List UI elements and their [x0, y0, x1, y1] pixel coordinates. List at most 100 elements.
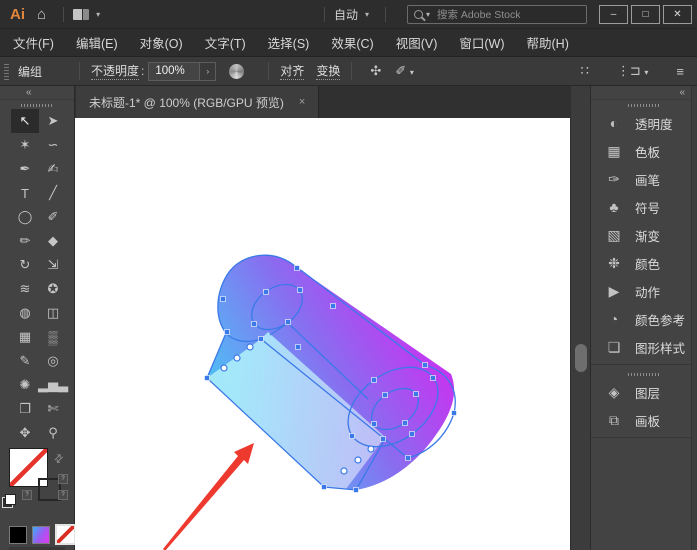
opacity-dropdown-icon[interactable]: › — [200, 62, 216, 81]
menu-item[interactable]: 窗口(W) — [448, 33, 515, 52]
puppet-warp-tool[interactable]: ✪ — [39, 277, 67, 301]
opacity-input[interactable]: 100% — [148, 62, 200, 81]
panel-item-label: 画板 — [635, 411, 660, 430]
blend-tool[interactable]: ◎ — [39, 349, 67, 373]
panel-item-label: 符号 — [635, 198, 660, 217]
menu-item[interactable]: 编辑(E) — [65, 33, 129, 52]
align-button[interactable]: 对齐 — [280, 62, 304, 80]
chevron-down-icon[interactable]: ▾ — [365, 10, 369, 19]
stock-search-input[interactable]: ▾ 搜索 Adobe Stock — [407, 5, 587, 24]
lasso-tool[interactable]: ∽ — [39, 133, 67, 157]
none-chip[interactable] — [55, 524, 76, 545]
eraser-tool[interactable]: ◆ — [39, 229, 67, 253]
artboard-canvas[interactable] — [75, 118, 570, 550]
panel-item-gradient[interactable]: ▧渐变 — [591, 221, 697, 249]
panel-item-graphic-styles[interactable]: ❏图形样式 — [591, 333, 697, 361]
document-setup-icon[interactable]: ∷ — [581, 63, 589, 79]
vertical-scrollbar[interactable] — [570, 86, 591, 550]
minimize-button[interactable]: – — [599, 5, 628, 24]
arrange-documents-icon[interactable] — [73, 9, 89, 20]
chevron-down-icon[interactable]: ▾ — [96, 10, 100, 19]
selection-tool[interactable]: ↖ — [11, 109, 39, 133]
free-transform-icon[interactable]: ✣ — [370, 63, 381, 79]
tools-panel-header: « — [0, 86, 74, 100]
eyedropper-tool[interactable]: ✎ — [11, 349, 39, 373]
panel-item-artboards[interactable]: ⧉画板 — [591, 406, 697, 434]
document-tab[interactable]: 未标题-1* @ 100% (RGB/GPU 预览) × — [76, 86, 319, 118]
menu-item[interactable]: 视图(V) — [385, 33, 449, 52]
default-fill-stroke-icon[interactable] — [5, 494, 16, 505]
rotate-tool[interactable]: ↻ — [11, 253, 39, 277]
menu-item[interactable]: 帮助(H) — [516, 33, 580, 52]
color-chip[interactable] — [9, 526, 27, 544]
menu-item[interactable]: 文件(F) — [2, 33, 65, 52]
panel-drag-handle[interactable] — [21, 104, 53, 107]
curvature-tool[interactable]: ✍ — [39, 157, 67, 181]
collapse-panel-icon[interactable]: « — [26, 86, 32, 99]
dock-drag-handle[interactable] — [628, 373, 660, 376]
workspace-switcher[interactable]: 自动 — [334, 6, 358, 23]
close-button[interactable]: ✕ — [663, 5, 692, 24]
dock-group-2: ◈图层⧉画板 — [591, 378, 697, 434]
panel-menu-icon[interactable]: ≡ — [676, 64, 684, 79]
panel-item-color[interactable]: ❉颜色 — [591, 249, 697, 277]
scale-tool-icon: ⇲ — [48, 257, 59, 273]
menu-item[interactable]: 文字(T) — [194, 33, 257, 52]
mesh-tool-icon: ▦ — [19, 329, 31, 345]
paintbrush-tool[interactable]: ✐ — [39, 205, 67, 229]
divider — [268, 62, 269, 80]
panel-item-brushes[interactable]: ✑画笔 — [591, 165, 697, 193]
artboard-tool[interactable]: ❐ — [11, 397, 39, 421]
ellipse-tool[interactable]: ◯ — [11, 205, 39, 229]
panel-item-actions[interactable]: ▶动作 — [591, 277, 697, 305]
menu-item[interactable]: 效果(C) — [320, 33, 384, 52]
collapse-dock-icon[interactable]: « — [679, 86, 685, 99]
graph-tool[interactable]: ▂▅▃ — [39, 373, 67, 397]
red-annotation-arrow — [163, 443, 254, 550]
drag-grip[interactable] — [4, 62, 9, 80]
width-tool[interactable]: ≋ — [11, 277, 39, 301]
gradient-chip[interactable] — [32, 526, 50, 544]
swap-fill-stroke-icon[interactable]: ⇄ — [51, 451, 67, 467]
pen-tool[interactable]: ✒ — [11, 157, 39, 181]
scrollbar-thumb[interactable] — [575, 344, 587, 372]
zoom-tool[interactable]: ⚲ — [39, 421, 67, 445]
magic-wand-tool[interactable]: ✶ — [11, 133, 39, 157]
slice-tool[interactable]: ✄ — [39, 397, 67, 421]
perspective-grid-tool[interactable]: ◫ — [39, 301, 67, 325]
hand-tool[interactable]: ✥ — [11, 421, 39, 445]
panel-item-transparency[interactable]: ◐透明度 — [591, 109, 697, 137]
preferences-icon[interactable]: ⋮⊐ ▾ — [617, 63, 649, 79]
panel-item-swatches[interactable]: ▦色板 — [591, 137, 697, 165]
home-icon[interactable]: ⌂ — [37, 6, 46, 23]
panel-item-color-guide[interactable]: ◔颜色参考 — [591, 305, 697, 333]
opacity-label[interactable]: 不透明度 — [91, 62, 139, 80]
panel-item-layers[interactable]: ◈图层 — [591, 378, 697, 406]
symbol-sprayer-tool[interactable]: ✺ — [11, 373, 39, 397]
panel-item-symbols[interactable]: ♣符号 — [591, 193, 697, 221]
transform-button[interactable]: 变换 — [316, 62, 340, 80]
shape-builder-tool[interactable]: ◍ — [11, 301, 39, 325]
recolor-artwork-icon[interactable] — [229, 64, 244, 79]
panel-item-label: 图形样式 — [635, 338, 685, 357]
dock-drag-handle[interactable] — [628, 104, 660, 107]
gradient-tool[interactable]: ▒ — [39, 325, 67, 349]
scale-tool[interactable]: ⇲ — [39, 253, 67, 277]
document-tab-title: 未标题-1* @ 100% (RGB/GPU 预览) — [89, 94, 284, 111]
maximize-button[interactable]: □ — [631, 5, 660, 24]
type-tool[interactable]: T — [11, 181, 39, 205]
graph-tool-icon: ▂▅▃ — [38, 377, 68, 393]
menu-item[interactable]: 选择(S) — [257, 33, 321, 52]
divider — [79, 62, 80, 80]
panel-item-label: 画笔 — [635, 170, 660, 189]
panel-item-label: 颜色 — [635, 254, 660, 273]
menu-item[interactable]: 对象(O) — [129, 33, 194, 52]
dock-edge-strip — [691, 86, 697, 550]
shape-options-icon[interactable]: ✐ ▾ — [395, 63, 414, 79]
shaper-tool[interactable]: ✏ — [11, 229, 39, 253]
tab-close-icon[interactable]: × — [299, 96, 305, 108]
direct-selection-tool[interactable]: ➤ — [39, 109, 67, 133]
blend-tool-icon: ◎ — [47, 353, 58, 369]
line-segment-tool[interactable]: ╱ — [39, 181, 67, 205]
mesh-tool[interactable]: ▦ — [11, 325, 39, 349]
